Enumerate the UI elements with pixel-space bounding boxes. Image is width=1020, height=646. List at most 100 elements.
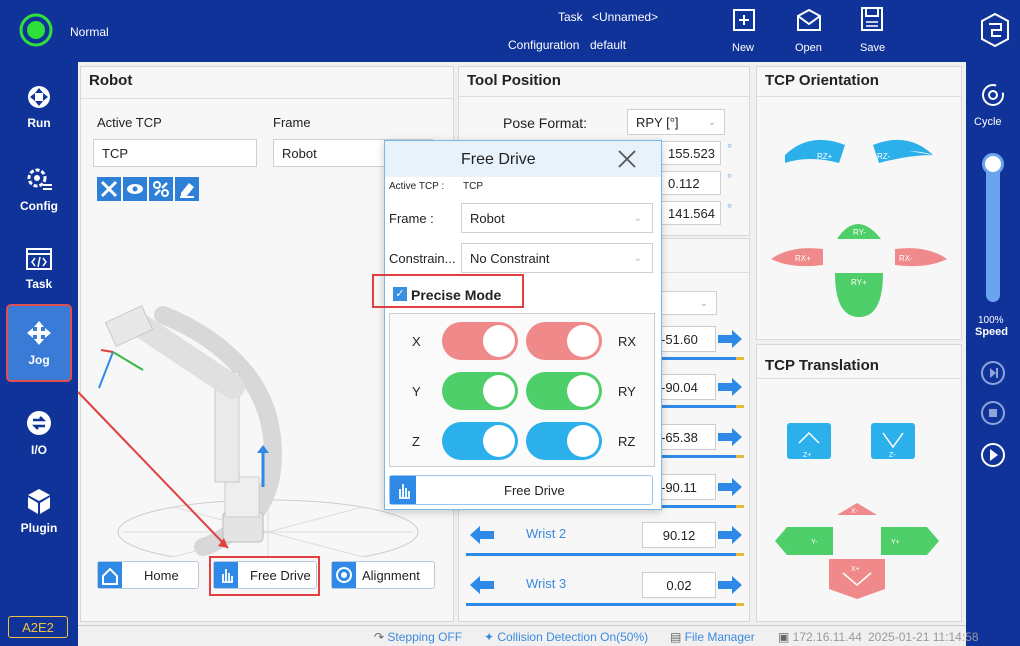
toggle-rx[interactable] — [526, 322, 602, 360]
ip-address: 172.16.11.44 — [792, 630, 862, 644]
collision-status[interactable]: ✦ Collision Detection On(50%) — [484, 630, 648, 644]
alignment-label: Alignment — [362, 567, 420, 583]
joint-slider[interactable] — [466, 553, 744, 556]
translation-jog-pad: Z+ Z- X- Y- Y+ X+ — [775, 423, 939, 599]
z-minus-button[interactable]: Z- — [871, 423, 915, 459]
alignment-button[interactable]: Alignment — [331, 561, 435, 589]
eye-icon[interactable] — [123, 177, 147, 201]
tcp-translation-panel: TCP Translation Z+ Z- X- Y- Y+ X+ — [756, 344, 962, 622]
joint-value[interactable]: 90.12 — [642, 522, 716, 548]
joint-value[interactable]: 0.02 — [642, 572, 716, 598]
speed-slider[interactable] — [982, 153, 1004, 302]
active-tcp-field[interactable]: TCP — [93, 139, 257, 167]
nav-plugin[interactable]: Plugin — [8, 474, 70, 548]
stepping-status[interactable]: ↷ Stepping OFF — [374, 630, 462, 644]
arrow-right-icon[interactable] — [716, 476, 744, 498]
pose-value-3[interactable]: 141.564 — [659, 201, 721, 225]
run-icon — [28, 86, 50, 108]
pose-value-1[interactable]: 155.523 — [659, 141, 721, 165]
toggle-z[interactable] — [442, 422, 518, 460]
toggle-rz[interactable] — [526, 422, 602, 460]
nav-task-label: Task — [25, 277, 53, 291]
arrow-right-icon[interactable] — [716, 376, 744, 398]
move-icon — [27, 321, 51, 345]
pose-value-2[interactable]: 0.112 — [659, 171, 721, 195]
home-button[interactable]: Home — [97, 561, 199, 589]
tcp-orientation-title: TCP Orientation — [765, 72, 879, 89]
link-icon[interactable] — [149, 177, 173, 201]
toggle-x[interactable] — [442, 322, 518, 360]
joint-format-select[interactable]: ⌄ — [659, 291, 717, 315]
arrow-left-icon[interactable] — [468, 574, 496, 596]
dialog-free-drive-button[interactable]: Free Drive — [389, 475, 653, 505]
pose-format-select[interactable]: RPY [°] ⌄ — [627, 109, 725, 135]
y-plus-button[interactable]: Y+ — [881, 527, 939, 555]
arrow-right-icon[interactable] — [716, 426, 744, 448]
rz-minus-button[interactable]: RZ- — [873, 139, 933, 163]
x-plus-button[interactable]: X+ — [829, 559, 885, 599]
arrow-right-icon[interactable] — [716, 328, 744, 350]
arrow-right-icon[interactable] — [716, 574, 744, 596]
z-plus-button[interactable]: Z+ — [787, 423, 831, 459]
nav-jog[interactable]: Jog — [6, 304, 72, 382]
close-icon[interactable] — [617, 149, 637, 169]
nav-config[interactable]: Config — [8, 152, 70, 226]
cycle-icon[interactable] — [980, 82, 1006, 108]
datetime: 2025-01-21 11:14:58 — [868, 630, 979, 644]
arrow-left-icon[interactable] — [468, 524, 496, 546]
y-minus-button[interactable]: Y- — [775, 527, 833, 555]
nav-sidebar: Run Config Task Jog I/O Plugin A2E2 — [0, 62, 78, 646]
tool-settings-icon[interactable] — [97, 177, 121, 201]
z-minus-label: Z- — [889, 452, 896, 459]
active-tcp-label: Active TCP — [97, 115, 162, 130]
toggle-y[interactable] — [442, 372, 518, 410]
axis-rx-label: RX — [618, 334, 637, 349]
home-label: Home — [144, 567, 179, 583]
stepping-icon: ↷ — [374, 630, 388, 644]
orientation-jog-pad: RZ+ RZ- RY- RX+ RX- RY+ — [771, 139, 947, 317]
tcp-orientation-panel: TCP Orientation RZ+ RZ- RY- RX+ RX- RY+ — [756, 66, 962, 340]
open-label: Open — [795, 42, 822, 54]
rz-minus-label: RZ- — [877, 152, 891, 161]
stepping-text: Stepping OFF — [387, 630, 463, 644]
rz-plus-button[interactable]: RZ+ — [785, 139, 845, 163]
play-icon[interactable] — [980, 442, 1006, 468]
network-icon: ▣ — [778, 630, 793, 644]
file-manager[interactable]: ▤ File Manager — [670, 630, 755, 644]
new-button[interactable]: New — [724, 6, 764, 56]
dialog-constraint-select[interactable]: No Constraint ⌄ — [461, 243, 653, 273]
joint-slider[interactable] — [466, 603, 744, 606]
chevron-down-icon: ⌄ — [633, 252, 642, 264]
dialog-constraint-label: Constrain... — [389, 251, 456, 266]
open-button[interactable]: Open — [788, 6, 828, 56]
speed-percent: 100% — [978, 315, 1004, 326]
rz-plus-label: RZ+ — [817, 152, 833, 161]
rx-minus-button[interactable]: RX- — [895, 248, 947, 267]
slider-limit — [736, 405, 744, 408]
tcp-tool-buttons — [97, 177, 199, 201]
ry-minus-button[interactable]: RY- — [837, 224, 881, 239]
x-minus-button[interactable]: X- — [837, 503, 877, 515]
toggle-ry[interactable] — [526, 372, 602, 410]
nav-run[interactable]: Run — [8, 70, 70, 144]
eraser-icon[interactable] — [175, 177, 199, 201]
stop-icon[interactable] — [980, 400, 1006, 426]
file-manager-text: File Manager — [684, 630, 755, 644]
new-file-icon — [733, 9, 755, 31]
version-badge: A2E2 — [8, 616, 68, 638]
nav-io-label: I/O — [30, 443, 47, 457]
power-status-icon[interactable] — [18, 12, 54, 48]
save-button[interactable]: Save — [852, 6, 892, 56]
arrow-right-icon[interactable] — [716, 524, 744, 546]
cube-icon — [28, 489, 50, 514]
joint-name: Wrist 2 — [526, 526, 567, 541]
nav-task[interactable]: Task — [8, 232, 70, 306]
y-minus-label: Y- — [811, 539, 818, 546]
speed-slider-knob[interactable] — [982, 153, 1004, 175]
nav-io[interactable]: I/O — [8, 396, 70, 470]
step-icon[interactable] — [980, 360, 1006, 386]
pose-format-value: RPY [°] — [636, 114, 679, 130]
ry-plus-button[interactable]: RY+ — [835, 273, 883, 317]
dialog-frame-select[interactable]: Robot ⌄ — [461, 203, 653, 233]
rx-plus-button[interactable]: RX+ — [771, 248, 823, 267]
